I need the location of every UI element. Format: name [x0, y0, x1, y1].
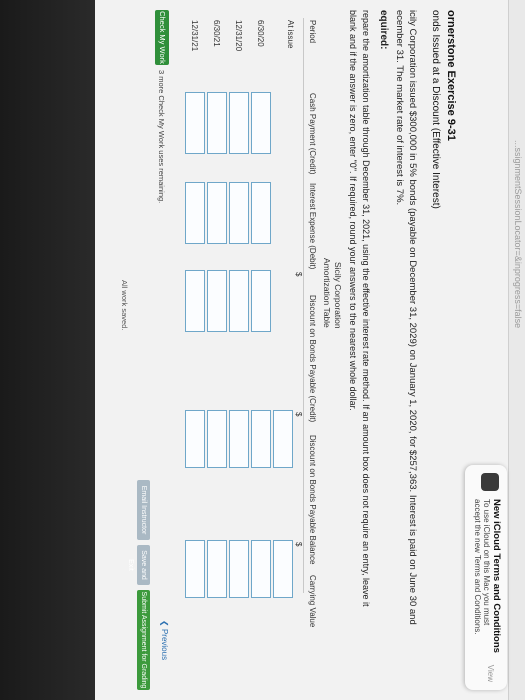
currency-symbol: $	[294, 272, 303, 277]
table-name: Amortization Table	[322, 258, 332, 328]
problem-description-2: ecember 31. The market rate of interest …	[394, 10, 405, 206]
cash-payment-input[interactable]	[207, 92, 227, 154]
carrying-value-input[interactable]	[207, 540, 227, 598]
row-period: 12/31/21	[190, 20, 199, 52]
cash-payment-input[interactable]	[229, 92, 249, 154]
row-period: 6/30/20	[256, 20, 265, 47]
notification-view-button[interactable]: View	[486, 665, 495, 682]
currency-symbol: $	[294, 412, 303, 417]
header-discount-credit: Discount on Bonds Payable (Credit)	[308, 295, 317, 423]
interest-expense-input[interactable]	[229, 182, 249, 244]
interest-expense-input[interactable]	[185, 182, 205, 244]
discount-balance-input[interactable]	[251, 410, 271, 468]
discount-balance-input[interactable]	[229, 410, 249, 468]
previous-button[interactable]: ❮ Previous	[160, 620, 169, 660]
discount-balance-input[interactable]	[185, 410, 205, 468]
row-period: 6/30/21	[212, 20, 221, 47]
monitor-bezel	[0, 0, 95, 700]
exercise-title: ornerstone Exercise 9-31	[445, 10, 457, 141]
discount-credit-input[interactable]	[251, 270, 271, 332]
submit-assignment-button[interactable]: Submit Assignment for Grading	[137, 590, 150, 690]
photo-frame: ...ssignmentSessionLocator=&inprogress=f…	[0, 0, 525, 700]
browser-url-bar[interactable]: ...ssignmentSessionLocator=&inprogress=f…	[508, 0, 525, 700]
save-status: All work saved.	[120, 280, 129, 331]
table-company: Sicily Corporation	[333, 262, 343, 329]
header-period: Period	[308, 20, 317, 44]
cash-payment-input[interactable]	[251, 92, 271, 154]
url-text: ...ssignmentSessionLocator=&inprogress=f…	[513, 140, 523, 329]
required-label: equired:	[378, 10, 389, 50]
discount-balance-input[interactable]	[207, 410, 227, 468]
save-exit-button[interactable]: Save and Exit	[127, 545, 150, 585]
carrying-value-input[interactable]	[251, 540, 271, 598]
notification-body: To use iCloud on this Mac you must accep…	[473, 499, 491, 635]
carrying-value-input[interactable]	[185, 540, 205, 598]
discount-balance-input[interactable]	[273, 410, 293, 468]
discount-credit-input[interactable]	[229, 270, 249, 332]
carrying-value-input[interactable]	[229, 540, 249, 598]
cash-payment-input[interactable]	[185, 92, 205, 154]
settings-app-icon	[481, 473, 499, 491]
currency-symbol: $	[294, 542, 303, 547]
header-carrying-value: Carrying Value	[308, 575, 317, 628]
instruction-2: blank and if the answer is zero, enter "…	[348, 10, 358, 411]
exercise-subtitle: onds Issued at a Discount (Effective Int…	[430, 10, 441, 209]
carrying-value-input[interactable]	[273, 540, 293, 598]
header-divider	[303, 18, 304, 593]
remaining-checks-text: 3 more Check My Work uses remaining.	[157, 70, 166, 204]
previous-label: Previous	[160, 628, 169, 661]
header-cash-payment: Cash Payment (Credit)	[308, 93, 317, 175]
instruction-1: repare the amortization table through De…	[361, 10, 371, 607]
discount-credit-input[interactable]	[207, 270, 227, 332]
email-instructor-button[interactable]: Email Instructor	[137, 480, 150, 540]
row-period: 12/31/20	[234, 20, 243, 52]
header-discount-balance: Discount on Bonds Payable Balance	[308, 435, 317, 565]
chevron-left-icon: ❮	[160, 620, 169, 627]
interest-expense-input[interactable]	[207, 182, 227, 244]
assignment-page: ...ssignmentSessionLocator=&inprogress=f…	[0, 0, 525, 700]
problem-description-1: icily Corporation issued $300,000 in 5% …	[407, 10, 418, 625]
notification-title: New iCloud Terms and Conditions	[491, 499, 502, 653]
discount-credit-input[interactable]	[185, 270, 205, 332]
row-period: At issue	[286, 20, 295, 49]
header-interest-expense: Interest Expense (Debit)	[308, 183, 317, 270]
icloud-notification[interactable]: New iCloud Terms and Conditions To use i…	[465, 465, 507, 690]
check-my-work-button[interactable]: Check My Work	[155, 10, 169, 65]
interest-expense-input[interactable]	[251, 182, 271, 244]
